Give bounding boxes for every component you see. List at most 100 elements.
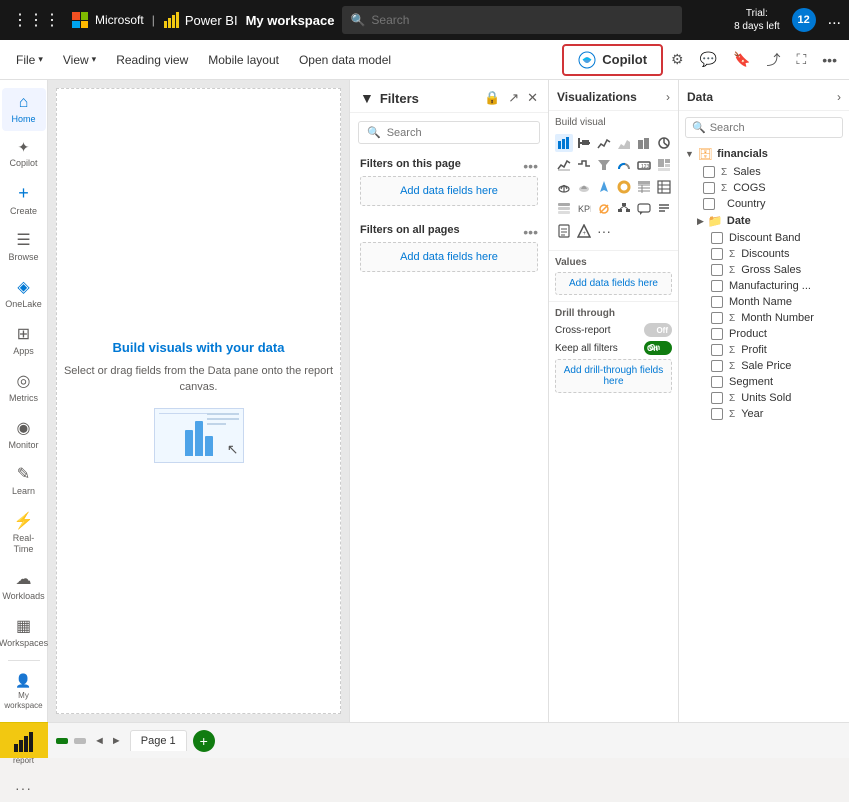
viz-bar-chart-icon[interactable]: [555, 134, 573, 152]
comment-icon[interactable]: 💬: [696, 47, 721, 72]
data-item-product[interactable]: Product: [687, 326, 849, 342]
data-item-discounts-checkbox[interactable]: [711, 248, 723, 260]
data-item-units-sold[interactable]: Σ Units Sold: [687, 390, 849, 406]
add-page-button[interactable]: +: [193, 730, 215, 752]
avatar[interactable]: 12: [792, 8, 816, 32]
viz-map-icon[interactable]: [555, 178, 573, 196]
data-panel-expand-icon[interactable]: ›: [837, 90, 841, 104]
data-item-gross-sales-checkbox[interactable]: [711, 264, 723, 276]
viz-column-chart-icon[interactable]: [575, 134, 593, 152]
ribbon-more-icon[interactable]: •••: [818, 48, 841, 72]
sidebar-item-workloads[interactable]: ☁ Workloads: [2, 563, 46, 608]
open-data-model-button[interactable]: Open data model: [291, 49, 399, 71]
viz-keep-filters-toggle[interactable]: On: [644, 341, 672, 355]
bookmark-icon[interactable]: 🔖: [729, 47, 754, 72]
fullscreen-icon[interactable]: ⛶: [792, 47, 810, 72]
viz-slicer-icon[interactable]: [595, 200, 613, 218]
data-item-cogs[interactable]: Σ COGS: [679, 180, 849, 196]
viz-more-icon[interactable]: ···: [595, 222, 613, 240]
viz-smart-narrative-icon[interactable]: [655, 200, 673, 218]
data-item-profit-checkbox[interactable]: [711, 344, 723, 356]
viz-scatter-icon[interactable]: [635, 134, 653, 152]
filters-all-pages-add-box[interactable]: Add data fields here: [360, 242, 538, 272]
viz-donut-icon[interactable]: [615, 178, 633, 196]
data-item-segment-checkbox[interactable]: [711, 376, 723, 388]
viz-matrix-icon[interactable]: [635, 178, 653, 196]
view-menu[interactable]: View ▾: [55, 49, 104, 71]
data-subgroup-date-header[interactable]: ▶ 📁 Date: [687, 212, 849, 230]
global-search-bar[interactable]: 🔍: [342, 6, 682, 34]
viz-azure-map-icon[interactable]: [595, 178, 613, 196]
filters-on-page-add-box[interactable]: Add data fields here: [360, 176, 538, 206]
waffle-icon[interactable]: ⋮⋮⋮: [8, 6, 64, 34]
viz-treemap-icon[interactable]: [655, 156, 673, 174]
data-item-units-sold-checkbox[interactable]: [711, 392, 723, 404]
page-nav-right-icon[interactable]: ►: [109, 733, 124, 749]
data-item-product-checkbox[interactable]: [711, 328, 723, 340]
global-search-input[interactable]: [371, 13, 674, 27]
sidebar-item-workspaces[interactable]: ▦ Workspaces: [2, 610, 46, 655]
file-menu[interactable]: File ▾: [8, 49, 51, 71]
page-nav-left-icon[interactable]: ◄: [92, 733, 107, 749]
sidebar-item-my-workspace[interactable]: 👤 My workspace: [2, 667, 46, 716]
filters-all-pages-dots[interactable]: •••: [523, 224, 538, 240]
sidebar-item-metrics[interactable]: ◎ Metrics: [2, 365, 46, 410]
viz-line-chart-icon[interactable]: [595, 134, 613, 152]
page-tab-page1[interactable]: Page 1: [130, 730, 187, 751]
sidebar-item-monitor[interactable]: ◉ Monitor: [2, 412, 46, 457]
data-item-month-number[interactable]: Σ Month Number: [687, 310, 849, 326]
viz-table-icon[interactable]: [655, 178, 673, 196]
viz-waterfall-icon[interactable]: [575, 156, 593, 174]
viz-line2-icon[interactable]: [555, 156, 573, 174]
viz-expand-icon[interactable]: ›: [666, 90, 670, 104]
data-item-discounts[interactable]: Σ Discounts: [687, 246, 849, 262]
data-item-month-name[interactable]: Month Name: [687, 294, 849, 310]
sidebar-item-browse[interactable]: ☰ Browse: [2, 224, 46, 269]
data-item-manufacturing-checkbox[interactable]: [711, 280, 723, 292]
viz-qna-icon[interactable]: [635, 200, 653, 218]
data-item-discount-band[interactable]: Discount Band: [687, 230, 849, 246]
data-search-bar[interactable]: 🔍: [685, 117, 843, 138]
reading-view-button[interactable]: Reading view: [108, 49, 196, 71]
data-item-sales[interactable]: Σ Sales: [679, 164, 849, 180]
viz-cross-report-toggle[interactable]: Off: [644, 323, 672, 337]
viz-drill-add-box[interactable]: Add drill-through fields here: [555, 359, 672, 393]
top-ellipsis-button[interactable]: ...: [828, 11, 841, 29]
data-group-financials-header[interactable]: ▼ 🗄 financials: [679, 144, 849, 164]
viz-kpi-icon[interactable]: KPI: [575, 200, 593, 218]
data-item-year-checkbox[interactable]: [711, 408, 723, 420]
data-item-profit[interactable]: Σ Profit: [687, 342, 849, 358]
viz-area-chart-icon[interactable]: [615, 134, 633, 152]
data-item-sale-price-checkbox[interactable]: [711, 360, 723, 372]
sidebar-item-realtime[interactable]: ⚡ Real-Time: [2, 505, 46, 561]
adjust-icon[interactable]: ⚙: [667, 47, 688, 72]
viz-add-data-box[interactable]: Add data fields here: [555, 272, 672, 295]
data-item-discount-band-checkbox[interactable]: [711, 232, 723, 244]
viz-multirow-icon[interactable]: [555, 200, 573, 218]
sidebar-item-create[interactable]: + Create: [2, 177, 46, 223]
sidebar-item-more[interactable]: ···: [2, 774, 46, 802]
filter-search-input[interactable]: [387, 127, 531, 139]
data-item-month-name-checkbox[interactable]: [711, 296, 723, 308]
filters-on-page-dots[interactable]: •••: [523, 158, 538, 174]
data-item-country[interactable]: Country: [679, 196, 849, 212]
filters-close-icon[interactable]: ✕: [527, 90, 538, 106]
sidebar-item-copilot[interactable]: ✦ Copilot: [2, 133, 46, 175]
sidebar-item-learn[interactable]: ✎ Learn: [2, 458, 46, 503]
filter-search-bar[interactable]: 🔍: [358, 121, 540, 144]
data-item-month-number-checkbox[interactable]: [711, 312, 723, 324]
data-item-year[interactable]: Σ Year: [687, 406, 849, 422]
data-item-manufacturing[interactable]: Manufacturing ...: [687, 278, 849, 294]
copilot-button[interactable]: Copilot: [562, 44, 663, 76]
sidebar-item-apps[interactable]: ⊞ Apps: [2, 318, 46, 363]
viz-gauge-icon[interactable]: [615, 156, 633, 174]
data-search-input[interactable]: [710, 122, 836, 134]
filters-lock-icon[interactable]: 🔒: [484, 90, 500, 106]
sidebar-item-home[interactable]: ⌂ Home: [2, 88, 46, 131]
viz-pie-icon[interactable]: [655, 134, 673, 152]
data-item-segment[interactable]: Segment: [687, 374, 849, 390]
viz-filled-map-icon[interactable]: [575, 178, 593, 196]
data-item-country-checkbox[interactable]: [703, 198, 715, 210]
data-item-cogs-checkbox[interactable]: [703, 182, 715, 194]
mobile-layout-button[interactable]: Mobile layout: [200, 49, 287, 71]
